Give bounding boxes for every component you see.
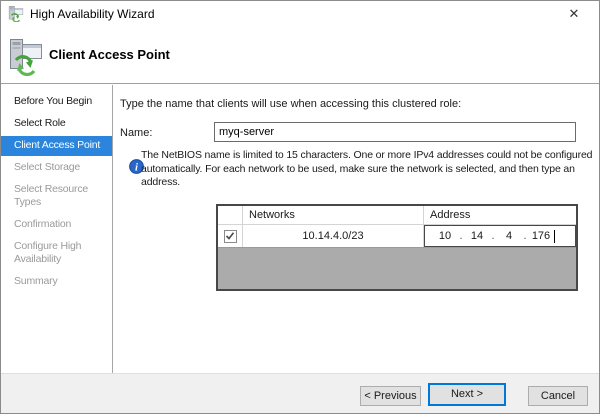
check-icon: [225, 231, 235, 241]
sidebar-item-summary: Summary: [1, 272, 112, 292]
network-checkbox-cell: [218, 225, 243, 247]
table-header-row: Networks Address: [218, 206, 576, 225]
info-line-2: automatically. For each network to be us…: [141, 163, 592, 177]
ip-dot: .: [489, 230, 497, 242]
sidebar-item-configure-high-availability: Configure High Availability: [1, 237, 112, 270]
ip-octet-1[interactable]: 10: [433, 230, 457, 242]
cancel-button[interactable]: Cancel: [528, 386, 588, 406]
wizard-header: Client Access Point: [1, 27, 599, 84]
sidebar-item-confirmation: Confirmation: [1, 215, 112, 235]
address-column-header: Address: [424, 206, 576, 224]
ip-dot: .: [457, 230, 465, 242]
instruction-text: Type the name that clients will use when…: [120, 98, 461, 110]
table-empty-area: [218, 248, 576, 289]
networks-column-header: Networks: [243, 206, 424, 224]
network-row-checkbox[interactable]: [224, 230, 237, 243]
sidebar-item-select-resource-types: Select Resource Types: [1, 180, 112, 213]
address-cell: 10 . 14 . 4 . 176: [424, 225, 576, 247]
network-table-row: 10.14.4.0/23 10 . 14 . 4 . 176: [218, 225, 576, 248]
previous-button[interactable]: < Previous: [360, 386, 421, 406]
netbios-info-message: The NetBIOS name is limited to 15 charac…: [141, 149, 592, 190]
sidebar-item-client-access-point[interactable]: Client Access Point: [1, 136, 112, 156]
sidebar-item-select-role[interactable]: Select Role: [1, 114, 112, 134]
checkbox-column-header: [218, 206, 243, 224]
info-line-3: address.: [141, 176, 592, 190]
high-availability-wizard-window: High Availability Wizard ✕ Client Access…: [0, 0, 600, 414]
wizard-app-icon: [8, 6, 24, 22]
sidebar-item-before-you-begin[interactable]: Before You Begin: [1, 92, 112, 112]
ip-octet-3[interactable]: 4: [497, 230, 521, 242]
close-icon[interactable]: ✕: [557, 1, 591, 27]
networks-table: Networks Address 10.14.4.0/23 10 . 14 . …: [216, 204, 578, 291]
text-cursor: [554, 230, 555, 243]
name-field-label: Name:: [120, 127, 152, 139]
ip-octet-2[interactable]: 14: [465, 230, 489, 242]
ip-dot: .: [521, 230, 529, 242]
name-input[interactable]: [214, 122, 576, 142]
wizard-steps-sidebar: Before You Begin Select Role Client Acce…: [1, 85, 113, 373]
client-access-point-icon: [9, 38, 43, 76]
sidebar-item-select-storage: Select Storage: [1, 158, 112, 178]
info-line-1: The NetBIOS name is limited to 15 charac…: [141, 149, 592, 163]
window-title: High Availability Wizard: [30, 7, 155, 21]
titlebar: High Availability Wizard ✕: [1, 1, 599, 27]
ip-octet-4[interactable]: 176: [529, 230, 553, 242]
ip-address-input[interactable]: 10 . 14 . 4 . 176: [424, 225, 576, 247]
network-name-cell: 10.14.4.0/23: [243, 225, 424, 247]
page-title: Client Access Point: [49, 47, 170, 62]
wizard-footer: < Previous Next > Cancel: [1, 373, 599, 414]
svg-text:i: i: [135, 162, 138, 174]
next-button[interactable]: Next >: [428, 383, 506, 406]
